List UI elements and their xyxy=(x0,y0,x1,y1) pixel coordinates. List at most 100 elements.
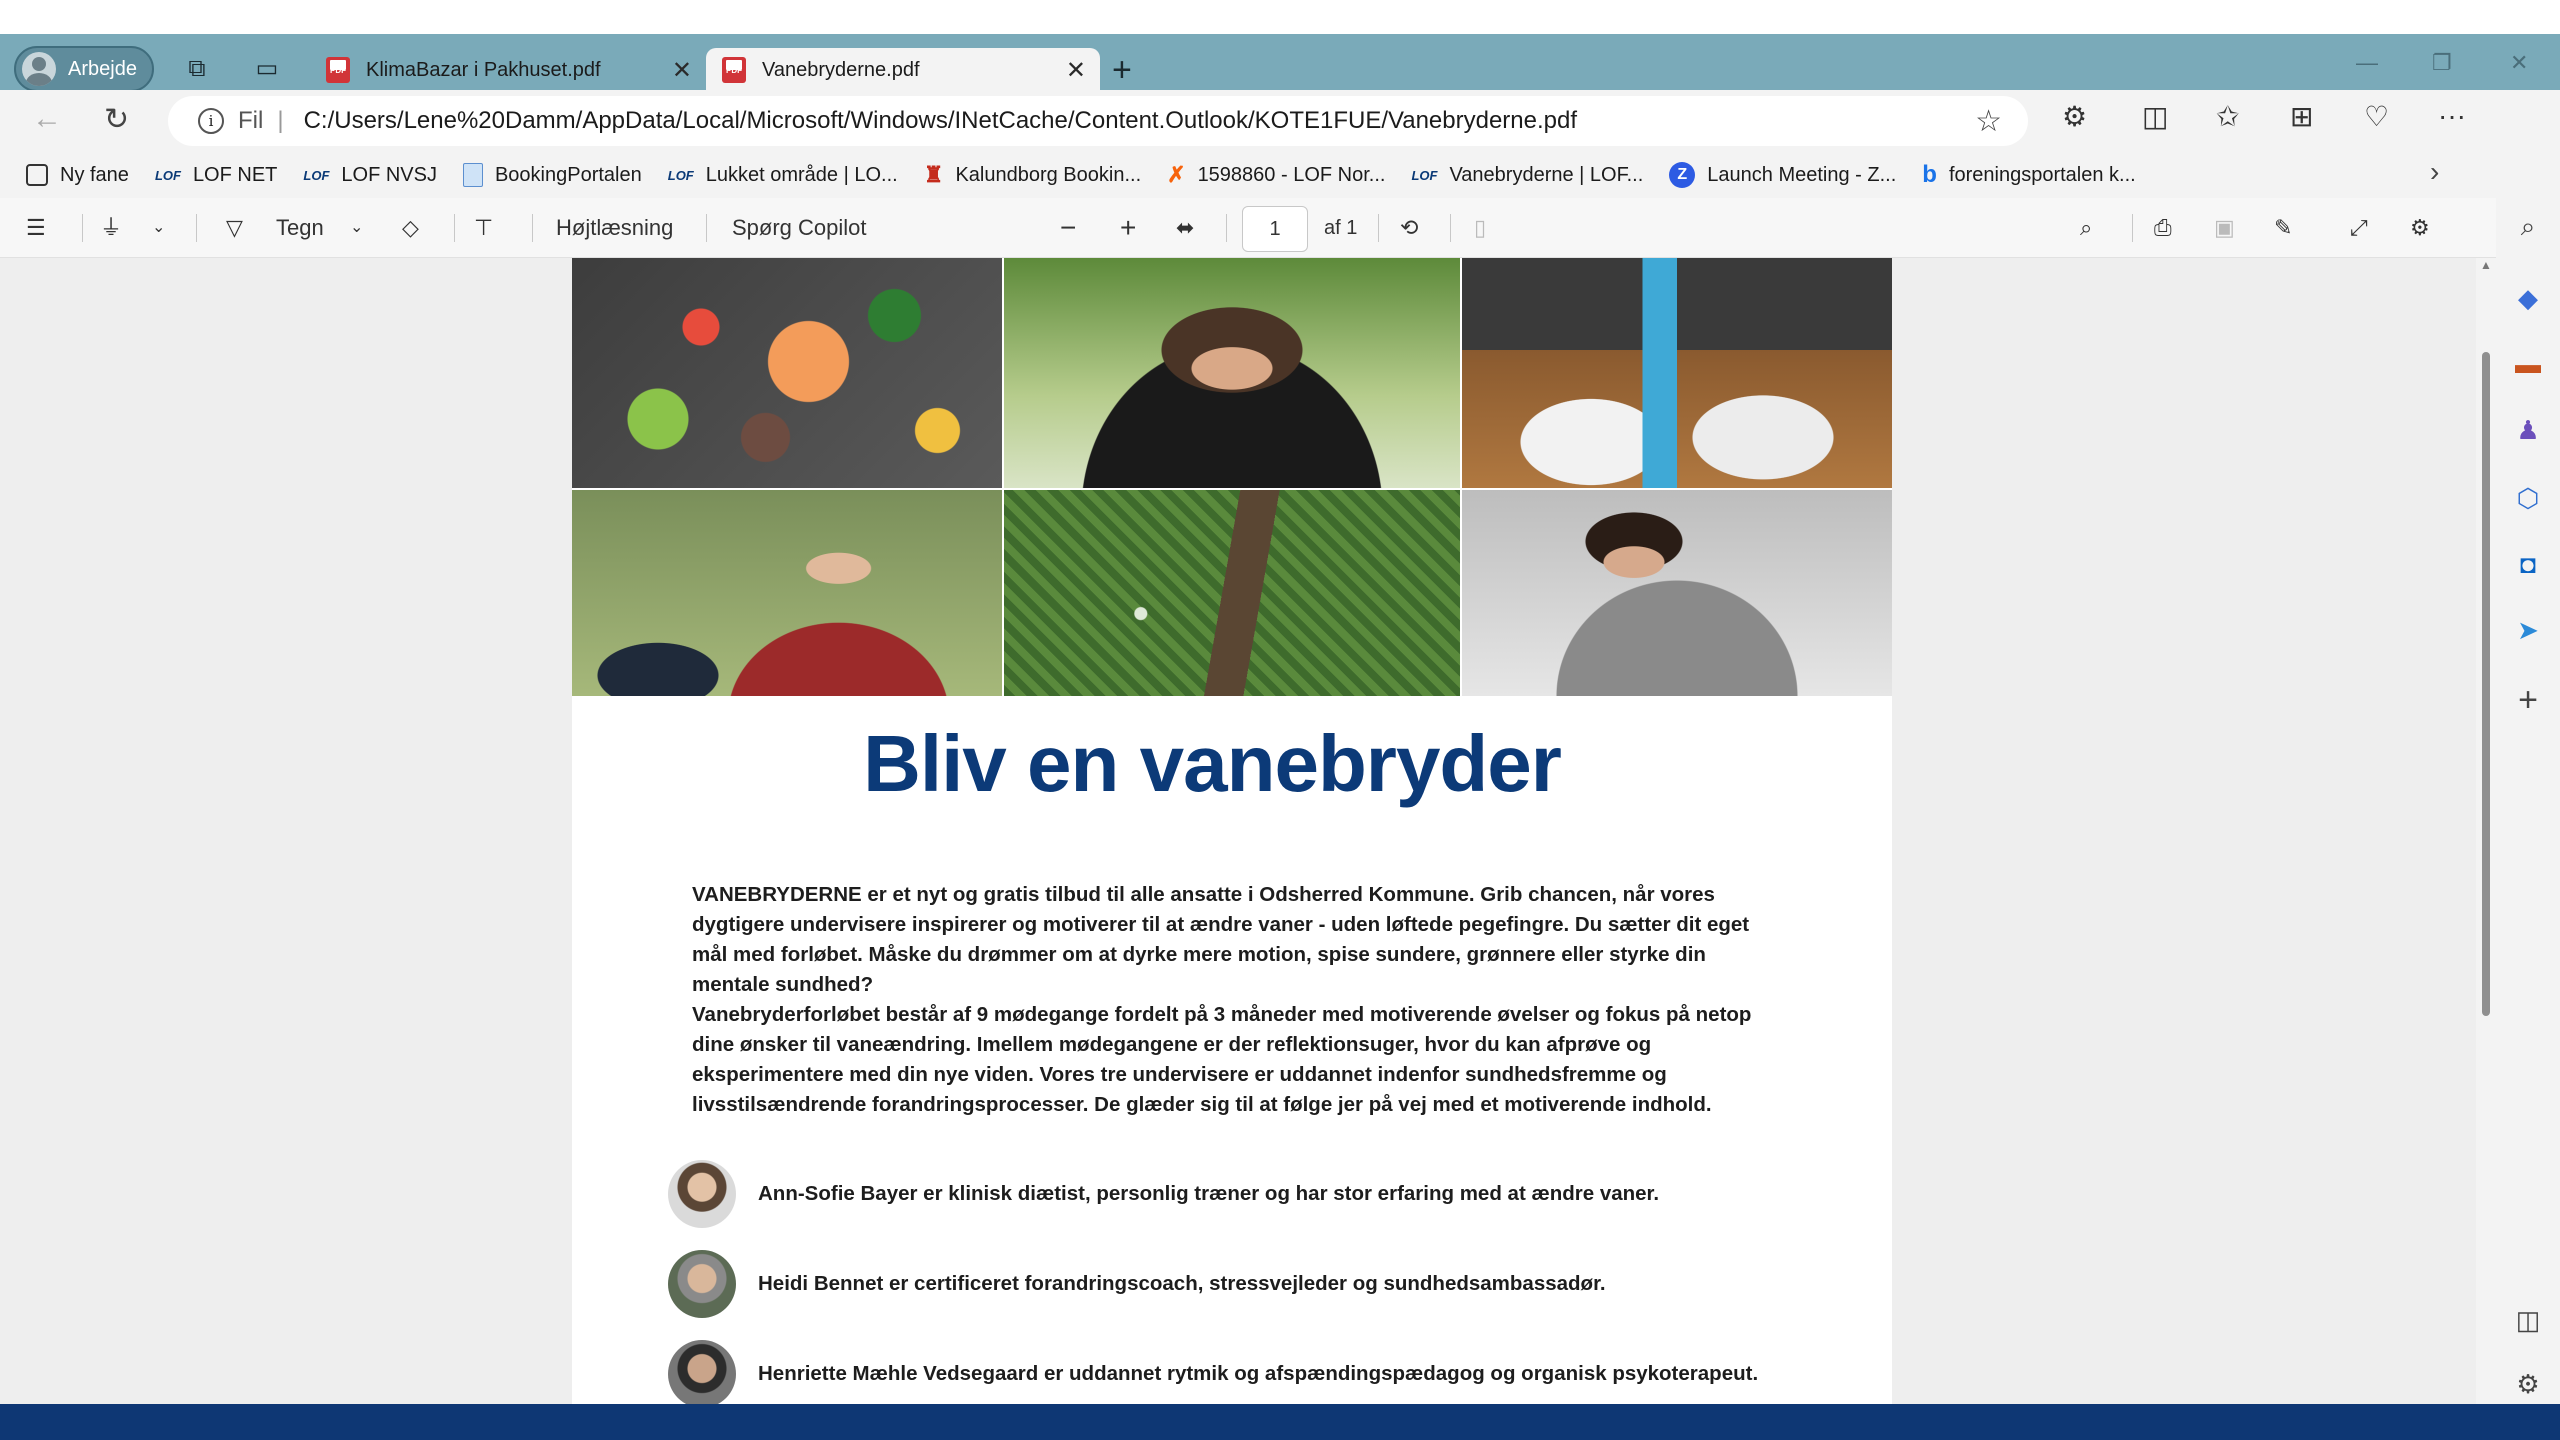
divider xyxy=(82,214,83,242)
more-options-icon[interactable]: ··· xyxy=(2438,100,2466,132)
tag-icon[interactable]: ◆ xyxy=(2510,280,2546,316)
search-icon[interactable]: ⌕ xyxy=(2510,208,2546,244)
document-title: Bliv en vanebryder xyxy=(863,719,1562,808)
bookmark-lukket-omraade[interactable]: LOF Lukket område | LO... xyxy=(668,164,898,187)
bookmark-ny-fane[interactable]: Ny fane xyxy=(26,164,129,187)
vertical-scrollbar[interactable]: ▲ ▼ xyxy=(2476,258,2496,1439)
draw-pen-icon[interactable]: ▽ xyxy=(226,212,243,244)
address-bar[interactable]: i Fil | C:/Users/Lene%20Damm/AppData/Loc… xyxy=(168,96,2028,146)
sidebar-toggle-icon[interactable]: ◫ xyxy=(2510,1302,2546,1338)
ask-copilot-button[interactable]: Spørg Copilot xyxy=(732,212,867,244)
highlight-icon[interactable]: ⏚ xyxy=(100,212,122,244)
favorite-star-icon[interactable]: ☆ xyxy=(1975,104,2002,139)
instructor-item: Heidi Bennet er certificeret forandrings… xyxy=(668,1250,1606,1318)
edge-sidebar: ⌕ ◆ ▬ ♟ ⬡ ◘ ➤ + ◫ ⚙ xyxy=(2496,90,2560,1439)
page-number-input[interactable]: 1 xyxy=(1242,206,1308,252)
page-view-icon[interactable]: ▯ xyxy=(1474,212,1486,244)
scrollbar-thumb[interactable] xyxy=(2482,352,2490,1016)
restore-icon[interactable]: ❐ xyxy=(2432,50,2452,76)
lof-icon: LOF xyxy=(1411,167,1438,183)
divider xyxy=(2132,214,2133,242)
browser-window: Arbejde ⧉ ▭ PDF KlimaBazar i Pakhuset.pd… xyxy=(0,34,2560,1439)
print-icon[interactable]: ⎙ xyxy=(2154,212,2172,244)
exercise-shoes-photo xyxy=(1462,258,1892,488)
bookmark-label: Ny fane xyxy=(60,163,129,186)
pdf-settings-icon[interactable]: ⚙ xyxy=(2410,212,2430,244)
bookmark-label: Vanebryderne | LOF... xyxy=(1449,163,1644,186)
search-document-icon[interactable]: ⌕ xyxy=(2080,212,2092,244)
extensions-icon[interactable]: ⚙ xyxy=(2062,100,2087,133)
url-text[interactable]: C:/Users/Lene%20Damm/AppData/Local/Micro… xyxy=(304,107,1577,135)
read-aloud-button[interactable]: Højtlæsning xyxy=(556,212,673,244)
save-icon[interactable]: ▣ xyxy=(2214,212,2235,244)
bookmark-lof-nvsj[interactable]: LOF LOF NVSJ xyxy=(303,164,437,187)
tab-klimabazar[interactable]: PDF KlimaBazar i Pakhuset.pdf ✕ xyxy=(310,48,706,92)
send-icon[interactable]: ➤ xyxy=(2510,612,2546,648)
zoom-out-icon[interactable]: − xyxy=(1060,212,1076,244)
instructor-item: Henriette Mæhle Vedsegaard er uddannet r… xyxy=(668,1340,1758,1408)
instructor-description: Heidi Bennet er certificeret forandrings… xyxy=(758,1272,1606,1295)
page-total: af 1 xyxy=(1324,217,1358,239)
minimize-icon[interactable]: — xyxy=(2356,50,2378,76)
chevron-down-icon[interactable]: ⌄ xyxy=(152,212,165,244)
refresh-icon[interactable]: ↻ xyxy=(104,102,129,137)
bookmark-label: Kalundborg Bookin... xyxy=(955,163,1142,186)
save-as-icon[interactable]: ✎ xyxy=(2274,212,2292,244)
pdf-page: Bliv en vanebryder VANEBRYDERNE er et ny… xyxy=(572,258,1892,1439)
bookmark-bookingportalen[interactable]: BookingPortalen xyxy=(462,163,642,187)
table-of-contents-icon[interactable]: ☰ xyxy=(26,212,46,244)
profile-avatar-icon xyxy=(22,52,56,86)
add-sidebar-app-icon[interactable]: + xyxy=(2510,682,2546,718)
pdf-viewer[interactable]: Bliv en vanebryder VANEBRYDERNE er et ny… xyxy=(0,258,2476,1439)
bookmark-label: BookingPortalen xyxy=(494,163,642,186)
eraser-icon[interactable]: ◇ xyxy=(402,212,419,244)
close-window-icon[interactable]: ✕ xyxy=(2510,50,2528,76)
fit-to-width-icon[interactable]: ⬌ xyxy=(1176,212,1194,244)
games-icon[interactable]: ♟ xyxy=(2510,412,2546,448)
close-tab-icon[interactable]: ✕ xyxy=(672,56,692,85)
screen-top-margin xyxy=(0,0,2560,34)
draw-button[interactable]: Tegn xyxy=(276,212,324,244)
rotate-icon[interactable]: ⟲ xyxy=(1400,212,1418,244)
bing-icon: b xyxy=(1922,161,1937,188)
settings-gear-icon[interactable]: ⚙ xyxy=(2510,1366,2546,1402)
bookmark-label: Launch Meeting - Z... xyxy=(1707,163,1897,186)
tab-vanebryderne[interactable]: PDF Vanebryderne.pdf ✕ xyxy=(706,48,1100,92)
vertical-tabs-icon[interactable]: ▭ xyxy=(252,54,282,84)
profile-label: Arbejde xyxy=(68,57,137,80)
bookmark-launch-meeting[interactable]: Z Launch Meeting - Z... xyxy=(1669,162,1896,188)
lof-icon: LOF xyxy=(667,167,694,183)
bookmarks-bar: Ny fane LOF LOF NET LOF LOF NVSJ BookingPo… xyxy=(0,152,2460,198)
collections-icon[interactable]: ⊞ xyxy=(2290,100,2313,133)
document-icon xyxy=(462,163,483,187)
bookmark-vanebryderne[interactable]: LOF Vanebryderne | LOF... xyxy=(1411,164,1643,187)
text-box-icon[interactable]: ⊤ xyxy=(474,212,493,244)
bookmark-label: Lukket område | LO... xyxy=(705,163,898,186)
instructor-avatar xyxy=(668,1160,736,1228)
workspaces-icon[interactable]: ⧉ xyxy=(182,54,212,84)
scroll-up-icon[interactable]: ▲ xyxy=(2480,258,2492,272)
microsoft365-icon[interactable]: ⬡ xyxy=(2510,480,2546,516)
chevron-down-icon[interactable]: ⌄ xyxy=(350,212,363,244)
bookmark-1598860[interactable]: ✗ 1598860 - LOF Nor... xyxy=(1167,162,1385,188)
info-icon[interactable]: i xyxy=(198,108,224,134)
browser-essentials-icon[interactable]: ♡ xyxy=(2364,100,2389,133)
zoom-in-icon[interactable]: + xyxy=(1120,212,1136,244)
chevron-right-icon[interactable]: › xyxy=(2430,156,2439,188)
bookmark-lof-net[interactable]: LOF LOF NET xyxy=(155,164,277,187)
new-tab-icon xyxy=(26,164,48,186)
bookmark-foreningsportalen[interactable]: b foreningsportalen k... xyxy=(1922,161,2135,189)
instructor-avatar xyxy=(668,1340,736,1408)
forest-floor-photo xyxy=(1004,490,1460,696)
favorites-icon[interactable]: ✩ xyxy=(2216,100,2239,133)
new-tab-icon[interactable]: + xyxy=(1112,48,1132,92)
outlook-icon[interactable]: ◘ xyxy=(2510,546,2546,582)
bookmark-kalundborg[interactable]: ♜ Kalundborg Bookin... xyxy=(924,162,1141,188)
profile-button[interactable]: Arbejde xyxy=(14,46,154,92)
fullscreen-icon[interactable]: ⤢ xyxy=(2350,212,2368,244)
toolbox-icon[interactable]: ▬ xyxy=(2510,346,2546,382)
close-tab-icon[interactable]: ✕ xyxy=(1066,56,1086,85)
back-arrow-icon[interactable]: ← xyxy=(32,102,62,136)
split-screen-icon[interactable]: ◫ xyxy=(2142,100,2168,133)
pdf-file-icon: PDF xyxy=(722,57,746,83)
